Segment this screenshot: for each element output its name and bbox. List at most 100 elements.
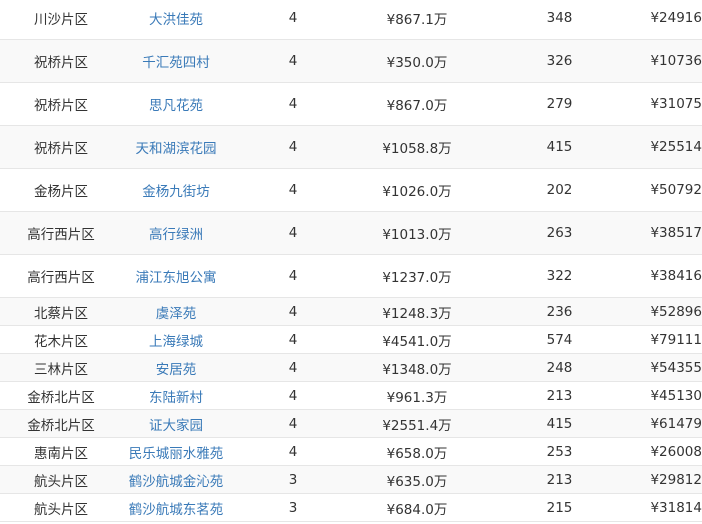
community-link[interactable]: 浦江东旭公寓: [122, 266, 230, 286]
rooms-cell: 4: [288, 225, 298, 241]
area-cell: 金杨片区: [34, 184, 88, 200]
count-cell: 574: [546, 331, 573, 348]
listing-table: 川沙片区 大洪佳苑 4 ¥867.1万 348 ¥24916 祝桥片区 千汇苑四…: [0, 0, 702, 522]
unit-price-cell: ¥25514: [650, 139, 702, 155]
total-price-cell: ¥2551.4万: [382, 417, 452, 434]
community-link[interactable]: 东陆新村: [122, 386, 230, 406]
table-row: 川沙片区 大洪佳苑 4 ¥867.1万 348 ¥24916: [0, 0, 702, 40]
count-cell: 326: [546, 53, 573, 69]
community-link[interactable]: 鹤沙航城东茗苑: [122, 498, 230, 518]
area-cell: 航头片区: [34, 473, 88, 490]
total-price-cell: ¥1013.0万: [382, 227, 452, 243]
rooms-cell: 4: [288, 10, 298, 26]
total-price-cell: ¥1248.3万: [382, 305, 452, 322]
unit-price-cell: ¥52896: [650, 303, 702, 320]
table-row: 祝桥片区 千汇苑四村 4 ¥350.0万 326 ¥10736: [0, 40, 702, 83]
table-row: 北蔡片区 虞泽苑 4 ¥1248.3万 236 ¥52896: [0, 298, 702, 326]
community-link[interactable]: 安居苑: [122, 358, 230, 378]
area-cell: 祝桥片区: [34, 98, 88, 114]
unit-price-cell: ¥38517: [650, 225, 702, 241]
rooms-cell: 4: [288, 415, 298, 432]
count-cell: 279: [546, 96, 573, 112]
area-cell: 惠南片区: [34, 445, 88, 462]
rooms-cell: 4: [288, 96, 298, 112]
area-cell: 金桥北片区: [27, 389, 95, 406]
community-link[interactable]: 金杨九街坊: [122, 180, 230, 200]
unit-price-cell: ¥31075: [650, 96, 702, 112]
rooms-cell: 4: [288, 303, 298, 320]
count-cell: 348: [546, 10, 573, 26]
community-link[interactable]: 证大家园: [122, 414, 230, 434]
unit-price-cell: ¥24916: [650, 10, 702, 26]
community-link[interactable]: 千汇苑四村: [122, 51, 230, 71]
total-price-cell: ¥684.0万: [386, 501, 448, 518]
table-row: 金桥北片区 东陆新村 4 ¥961.3万 213 ¥45130: [0, 382, 702, 410]
unit-price-cell: ¥31814: [650, 499, 702, 516]
unit-price-cell: ¥10736: [650, 53, 702, 69]
count-cell: 202: [546, 182, 573, 198]
table-row: 金桥北片区 证大家园 4 ¥2551.4万 415 ¥61479: [0, 410, 702, 438]
area-cell: 金桥北片区: [27, 417, 95, 434]
area-cell: 三林片区: [34, 361, 88, 378]
unit-price-cell: ¥79111: [650, 331, 702, 348]
total-price-cell: ¥961.3万: [386, 389, 448, 406]
count-cell: 415: [546, 415, 573, 432]
rooms-cell: 4: [288, 359, 298, 376]
area-cell: 北蔡片区: [34, 305, 88, 322]
community-link[interactable]: 民乐城丽水雅苑: [122, 442, 230, 462]
unit-price-cell: ¥26008: [650, 443, 702, 460]
rooms-cell: 4: [288, 331, 298, 348]
rooms-cell: 3: [288, 471, 298, 488]
rooms-cell: 4: [288, 53, 298, 69]
rooms-cell: 4: [288, 268, 298, 284]
count-cell: 253: [546, 443, 573, 460]
rooms-cell: 4: [288, 443, 298, 460]
total-price-cell: ¥4541.0万: [382, 333, 452, 350]
unit-price-cell: ¥45130: [650, 387, 702, 404]
total-price-cell: ¥658.0万: [386, 445, 448, 462]
table-row: 航头片区 鹤沙航城金沁苑 3 ¥635.0万 213 ¥29812: [0, 466, 702, 494]
total-price-cell: ¥1026.0万: [382, 184, 452, 200]
table-row: 金杨片区 金杨九街坊 4 ¥1026.0万 202 ¥50792: [0, 169, 702, 212]
table-row: 三林片区 安居苑 4 ¥1348.0万 248 ¥54355: [0, 354, 702, 382]
community-link[interactable]: 思凡花苑: [122, 94, 230, 114]
table-row: 高行西片区 浦江东旭公寓 4 ¥1237.0万 322 ¥38416: [0, 255, 702, 298]
community-link[interactable]: 虞泽苑: [122, 302, 230, 322]
unit-price-cell: ¥38416: [650, 268, 702, 284]
area-cell: 祝桥片区: [34, 141, 88, 157]
count-cell: 322: [546, 268, 573, 284]
rooms-cell: 4: [288, 387, 298, 404]
table-row: 花木片区 上海绿城 4 ¥4541.0万 574 ¥79111: [0, 326, 702, 354]
area-cell: 川沙片区: [34, 12, 88, 28]
area-cell: 高行西片区: [27, 270, 95, 286]
total-price-cell: ¥1348.0万: [382, 361, 452, 378]
count-cell: 263: [546, 225, 573, 241]
count-cell: 415: [546, 139, 573, 155]
total-price-cell: ¥1058.8万: [382, 141, 452, 157]
community-link[interactable]: 上海绿城: [122, 330, 230, 350]
count-cell: 236: [546, 303, 573, 320]
area-cell: 高行西片区: [27, 227, 95, 243]
table-row: 惠南片区 民乐城丽水雅苑 4 ¥658.0万 253 ¥26008: [0, 438, 702, 466]
total-price-cell: ¥350.0万: [386, 55, 448, 71]
unit-price-cell: ¥29812: [650, 471, 702, 488]
rooms-cell: 4: [288, 182, 298, 198]
area-cell: 航头片区: [34, 501, 88, 518]
count-cell: 213: [546, 471, 573, 488]
community-link[interactable]: 大洪佳苑: [122, 8, 230, 28]
rooms-cell: 3: [288, 499, 298, 516]
community-link[interactable]: 天和湖滨花园: [122, 137, 230, 157]
rooms-cell: 4: [288, 139, 298, 155]
count-cell: 213: [546, 387, 573, 404]
unit-price-cell: ¥54355: [650, 359, 702, 376]
table-row: 航头片区 鹤沙航城东茗苑 3 ¥684.0万 215 ¥31814: [0, 494, 702, 522]
community-link[interactable]: 高行绿洲: [122, 223, 230, 243]
table-row: 祝桥片区 思凡花苑 4 ¥867.0万 279 ¥31075: [0, 83, 702, 126]
table-row: 高行西片区 高行绿洲 4 ¥1013.0万 263 ¥38517: [0, 212, 702, 255]
area-cell: 花木片区: [34, 333, 88, 350]
table-row: 祝桥片区 天和湖滨花园 4 ¥1058.8万 415 ¥25514: [0, 126, 702, 169]
community-link[interactable]: 鹤沙航城金沁苑: [122, 470, 230, 490]
count-cell: 248: [546, 359, 573, 376]
total-price-cell: ¥635.0万: [386, 473, 448, 490]
unit-price-cell: ¥50792: [650, 182, 702, 198]
